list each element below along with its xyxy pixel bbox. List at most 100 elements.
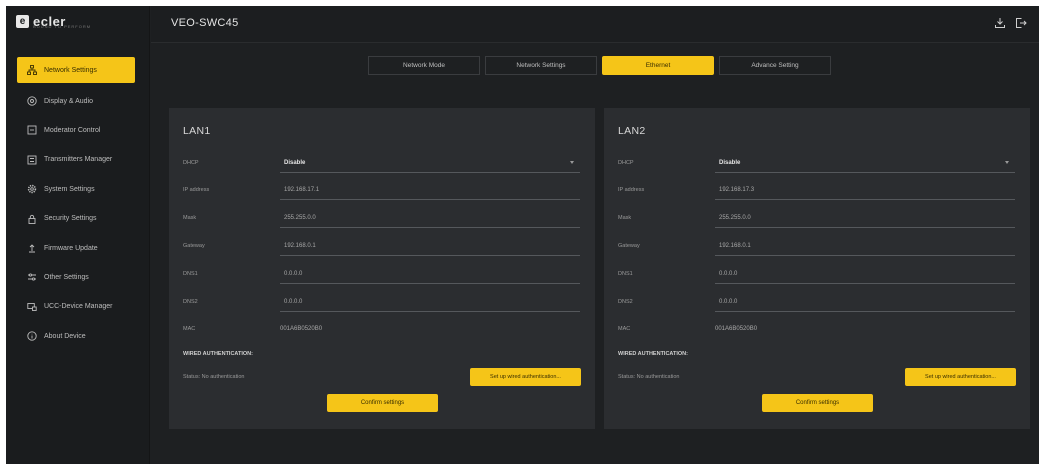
confirm-settings-button[interactable]: Confirm settings xyxy=(327,394,438,412)
device-title: VEO-SWC45 xyxy=(171,17,239,29)
field-label: IP address xyxy=(183,187,210,193)
mask-row: Mask 255.255.0.0 xyxy=(618,210,1016,228)
sidebar-item-display-audio[interactable]: Display & Audio xyxy=(17,86,135,115)
logo-tagline: BOUND TO PERFORM xyxy=(33,24,92,29)
sidebar-item-other-settings[interactable]: Other Settings xyxy=(17,263,135,292)
sidebar-item-label: System Settings xyxy=(44,185,95,193)
moderator-icon xyxy=(26,125,37,136)
field-label: MAC xyxy=(618,326,631,332)
sidebar-item-label: Display & Audio xyxy=(44,97,94,105)
sidebar-item-transmitters-manager[interactable]: Transmitters Manager xyxy=(17,145,135,174)
ip-address-field[interactable]: 192.168.17.3 xyxy=(715,182,1015,200)
confirm-settings-button[interactable]: Confirm settings xyxy=(762,394,873,412)
sidebar-item-label: Other Settings xyxy=(44,273,89,281)
sidebar-nav: Network Settings Display & Audio Moderat… xyxy=(17,57,135,351)
select-value: Disable xyxy=(719,160,741,166)
chevron-down-icon xyxy=(570,161,574,164)
field-label: Gateway xyxy=(183,243,205,249)
mask-row: Mask 255.255.0.0 xyxy=(183,210,581,228)
device-manager-icon xyxy=(26,301,37,312)
field-label: MAC xyxy=(183,326,196,332)
logout-icon[interactable] xyxy=(1015,17,1027,29)
dns1-row: DNS1 0.0.0.0 xyxy=(183,266,581,284)
dns2-row: DNS2 0.0.0.0 xyxy=(183,294,581,312)
sidebar-item-label: Security Settings xyxy=(44,215,97,223)
mask-field[interactable]: 255.255.0.0 xyxy=(280,210,580,228)
sidebar-item-ucc-device-manager[interactable]: UCC-Device Manager xyxy=(17,292,135,321)
dhcp-select[interactable]: Disable xyxy=(280,155,580,173)
sidebar-item-label: Transmitters Manager xyxy=(44,156,113,164)
sidebar-item-system-settings[interactable]: System Settings xyxy=(17,175,135,204)
field-label: DNS2 xyxy=(183,299,198,305)
gateway-field[interactable]: 192.168.0.1 xyxy=(715,238,1015,256)
mac-row: MAC 001A6B0520B0 xyxy=(618,321,1016,339)
wired-auth-heading: WIRED AUTHENTICATION: xyxy=(618,351,688,357)
top-actions xyxy=(994,17,1027,29)
gateway-field[interactable]: 192.168.0.1 xyxy=(280,238,580,256)
tab-advance-setting[interactable]: Advance Setting xyxy=(719,56,831,75)
lan2-panel: LAN2 DHCP Disable IP address 192.168.17.… xyxy=(604,108,1030,429)
download-icon[interactable] xyxy=(994,17,1006,29)
sidebar-item-security-settings[interactable]: Security Settings xyxy=(17,204,135,233)
tab-network-settings[interactable]: Network Settings xyxy=(485,56,597,75)
gear-icon xyxy=(26,184,37,195)
auth-status: Status: No authentication xyxy=(618,374,680,380)
dhcp-select[interactable]: Disable xyxy=(715,155,1015,173)
field-label: Gateway xyxy=(618,243,640,249)
field-label: Mask xyxy=(183,215,197,221)
wired-auth-heading: WIRED AUTHENTICATION: xyxy=(183,351,253,357)
dns1-row: DNS1 0.0.0.0 xyxy=(618,266,1016,284)
app-window: e ecler BOUND TO PERFORM Network Setting… xyxy=(6,6,1039,464)
dhcp-row: DHCP Disable xyxy=(618,155,1016,173)
top-bar: VEO-SWC45 xyxy=(151,6,1039,43)
dns2-field[interactable]: 0.0.0.0 xyxy=(715,294,1015,312)
auth-status: Status: No authentication xyxy=(183,374,245,380)
ip-address-field[interactable]: 192.168.17.1 xyxy=(280,182,580,200)
sidebar-item-label: Network Settings xyxy=(44,66,97,74)
upload-icon xyxy=(26,243,37,254)
panel-title: LAN2 xyxy=(618,125,646,137)
dhcp-row: DHCP Disable xyxy=(183,155,581,173)
sidebar-item-network-settings[interactable]: Network Settings xyxy=(17,57,135,83)
field-label: DNS1 xyxy=(618,271,633,277)
sidebar-item-label: Firmware Update xyxy=(44,244,98,252)
setup-wired-auth-button[interactable]: Set up wired authentication... xyxy=(905,368,1016,386)
ip-row: IP address 192.168.17.3 xyxy=(618,182,1016,200)
dns2-field[interactable]: 0.0.0.0 xyxy=(280,294,580,312)
field-label: DNS1 xyxy=(183,271,198,277)
panel-title: LAN1 xyxy=(183,125,211,137)
setup-wired-auth-button[interactable]: Set up wired authentication... xyxy=(470,368,581,386)
field-label: DNS2 xyxy=(618,299,633,305)
sidebar-item-firmware-update[interactable]: Firmware Update xyxy=(17,233,135,262)
dns1-field[interactable]: 0.0.0.0 xyxy=(715,266,1015,284)
sidebar-item-about-device[interactable]: About Device xyxy=(17,322,135,351)
settings-tabs: Network Mode Network Settings Ethernet A… xyxy=(368,56,831,75)
gateway-row: Gateway 192.168.0.1 xyxy=(618,238,1016,256)
ip-row: IP address 192.168.17.1 xyxy=(183,182,581,200)
info-icon xyxy=(26,331,37,342)
mask-field[interactable]: 255.255.0.0 xyxy=(715,210,1015,228)
lan1-panel: LAN1 DHCP Disable IP address 192.168.17.… xyxy=(169,108,595,429)
tab-network-mode[interactable]: Network Mode xyxy=(368,56,480,75)
sidebar-item-label: Moderator Control xyxy=(44,126,101,134)
tab-ethernet[interactable]: Ethernet xyxy=(602,56,714,75)
transmitter-icon xyxy=(26,154,37,165)
field-label: Mask xyxy=(618,215,632,221)
dns1-field[interactable]: 0.0.0.0 xyxy=(280,266,580,284)
mac-value: 001A6B0520B0 xyxy=(280,326,323,332)
sidebar-item-moderator-control[interactable]: Moderator Control xyxy=(17,116,135,145)
mac-row: MAC 001A6B0520B0 xyxy=(183,321,581,339)
logo-mark: e xyxy=(16,15,29,28)
sidebar: e ecler BOUND TO PERFORM Network Setting… xyxy=(6,6,150,464)
dns2-row: DNS2 0.0.0.0 xyxy=(618,294,1016,312)
chevron-down-icon xyxy=(1005,161,1009,164)
mac-value: 001A6B0520B0 xyxy=(715,326,758,332)
lock-icon xyxy=(26,213,37,224)
sliders-icon xyxy=(26,272,37,283)
select-value: Disable xyxy=(284,160,306,166)
field-label: DHCP xyxy=(618,160,634,166)
sidebar-item-label: About Device xyxy=(44,332,86,340)
field-label: IP address xyxy=(618,187,645,193)
field-label: DHCP xyxy=(183,160,199,166)
sidebar-item-label: UCC-Device Manager xyxy=(44,303,113,311)
